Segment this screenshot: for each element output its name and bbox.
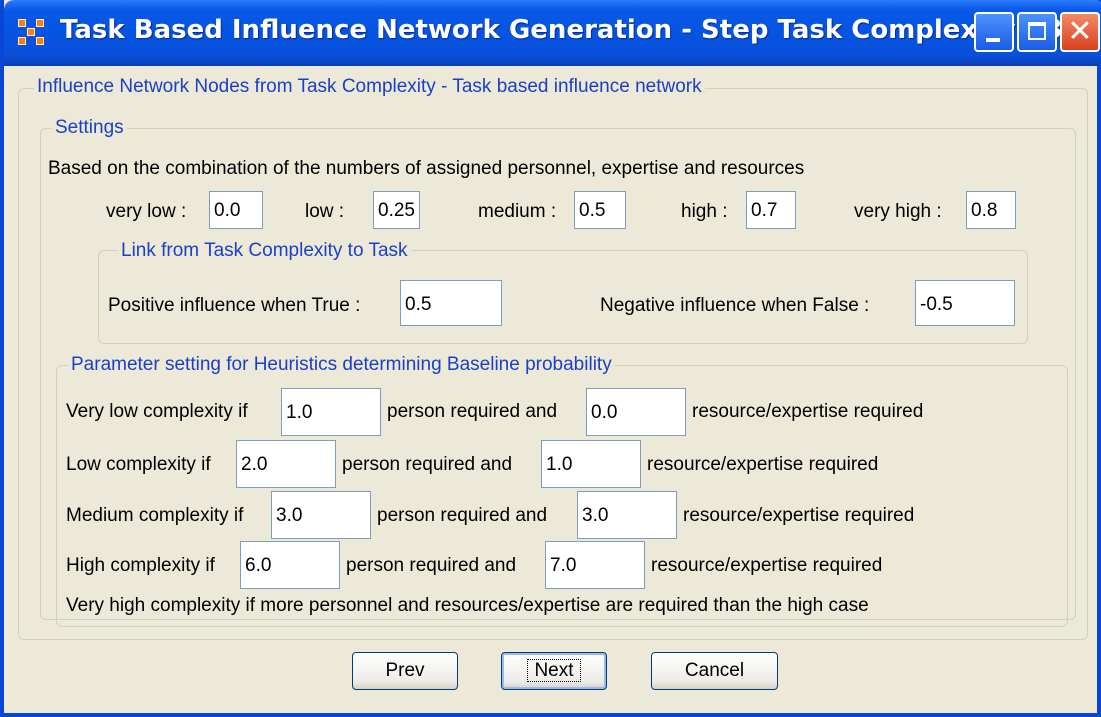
very-low-person-input[interactable]: 1.0: [281, 388, 381, 436]
resource-required-text: resource/expertise required: [647, 454, 879, 475]
person-required-text: person required and: [342, 454, 513, 475]
medium-input[interactable]: 0.5: [574, 191, 626, 229]
resource-required-text: resource/expertise required: [692, 401, 924, 422]
high-resource-input[interactable]: 7.0: [545, 541, 645, 589]
person-required-text: person required and: [346, 555, 517, 576]
high-input[interactable]: 0.7: [746, 191, 796, 229]
medium-label: medium :: [478, 201, 557, 222]
positive-influence-label: Positive influence when True :: [108, 295, 361, 316]
medium-person-input[interactable]: 3.0: [271, 491, 371, 539]
next-button[interactable]: Next: [501, 652, 607, 690]
negative-influence-input[interactable]: -0.5: [915, 280, 1015, 326]
settings-title: Settings: [52, 117, 127, 139]
high-complexity-label: High complexity if: [66, 555, 215, 576]
high-person-input[interactable]: 6.0: [240, 541, 340, 589]
dialog-window: Task Based Influence Network Generation …: [0, 0, 1101, 717]
cancel-button[interactable]: Cancel: [651, 652, 778, 690]
low-resource-input[interactable]: 1.0: [541, 440, 641, 488]
very-low-label: very low :: [106, 201, 187, 222]
very-high-label: very high :: [854, 201, 942, 222]
low-person-input[interactable]: 2.0: [236, 440, 336, 488]
medium-resource-input[interactable]: 3.0: [577, 491, 677, 539]
high-label: high :: [681, 201, 728, 222]
title-bar[interactable]: Task Based Influence Network Generation …: [4, 0, 1101, 66]
window-title: Task Based Influence Network Generation …: [60, 15, 1100, 45]
low-input[interactable]: 0.25: [373, 191, 420, 229]
positive-influence-input[interactable]: 0.5: [400, 280, 502, 326]
close-button[interactable]: ✕: [1060, 12, 1100, 52]
very-low-input[interactable]: 0.0: [209, 191, 263, 229]
person-required-text: person required and: [377, 505, 548, 526]
prev-button[interactable]: Prev: [352, 652, 458, 690]
very-high-complexity-note: Very high complexity if more personnel a…: [66, 595, 869, 616]
main-group-title: Influence Network Nodes from Task Comple…: [34, 76, 705, 98]
app-icon: [18, 19, 44, 45]
link-group-title: Link from Task Complexity to Task: [118, 240, 411, 262]
resource-required-text: resource/expertise required: [651, 555, 883, 576]
low-label: low :: [305, 201, 345, 222]
negative-influence-label: Negative influence when False :: [600, 295, 870, 316]
settings-description: Based on the combination of the numbers …: [48, 158, 805, 179]
resource-required-text: resource/expertise required: [683, 505, 915, 526]
minimize-button[interactable]: [974, 12, 1014, 52]
medium-complexity-label: Medium complexity if: [66, 505, 244, 526]
very-high-input[interactable]: 0.8: [966, 191, 1016, 229]
close-icon: ✕: [1067, 14, 1093, 49]
heuristics-group-title: Parameter setting for Heuristics determi…: [68, 354, 615, 376]
minimize-icon: [986, 38, 1000, 42]
very-low-resource-input[interactable]: 0.0: [586, 388, 686, 436]
low-complexity-label: Low complexity if: [66, 454, 211, 475]
very-low-complexity-label: Very low complexity if: [66, 401, 248, 422]
person-required-text: person required and: [387, 401, 558, 422]
next-button-label: Next: [527, 659, 581, 682]
maximize-button[interactable]: [1017, 12, 1057, 52]
maximize-icon: [1028, 22, 1046, 40]
